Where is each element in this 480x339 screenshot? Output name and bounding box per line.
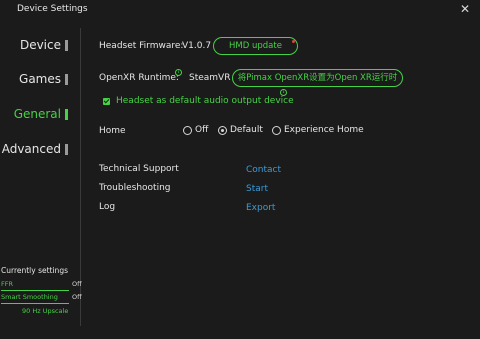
current-setting-value: Off	[72, 280, 82, 288]
sidebar: Device Games General Advanced	[0, 22, 80, 339]
current-setting-value: Off	[72, 293, 82, 301]
sidebar-item-label: Device	[19, 38, 61, 52]
divider	[1, 290, 69, 291]
troubleshooting-label: Troubleshooting	[99, 183, 171, 193]
sidebar-item-device[interactable]: Device	[20, 38, 68, 52]
nav-indicator-icon	[65, 39, 68, 51]
title-bar: Device Settings ✕	[0, 0, 480, 22]
home-option-label[interactable]: Experience Home	[284, 125, 364, 135]
nav-indicator-icon	[65, 108, 68, 120]
sidebar-item-label: Games	[19, 72, 61, 86]
sidebar-item-general[interactable]: General	[14, 107, 68, 121]
home-label: Home	[99, 126, 126, 136]
current-settings-panel: Currently settings FFR Off Smart Smoothi…	[1, 266, 83, 315]
current-setting-name: FFR	[1, 280, 13, 288]
firmware-version: V1.0.7	[182, 41, 212, 51]
contact-link[interactable]: Contact	[246, 165, 281, 175]
home-radio-off[interactable]	[183, 126, 192, 135]
home-radio-default[interactable]	[218, 126, 227, 135]
set-pimax-openxr-label: 将Pimax OpenXR设置为Open XR运行时	[237, 73, 398, 83]
set-pimax-openxr-button[interactable]: 将Pimax OpenXR设置为Open XR运行时	[232, 69, 403, 87]
hmd-update-button[interactable]: HMD update	[213, 37, 298, 55]
nav-indicator-icon	[65, 73, 68, 85]
home-radio-experience[interactable]	[272, 126, 281, 135]
current-settings-title: Currently settings	[1, 266, 68, 275]
export-link[interactable]: Export	[246, 203, 275, 213]
audio-output-label[interactable]: Headset as default audio output device	[116, 96, 294, 106]
divider	[1, 303, 69, 304]
start-link[interactable]: Start	[246, 184, 268, 194]
info-icon[interactable]: i	[280, 89, 287, 96]
upscale-badge: 90 Hz Upscale	[22, 307, 69, 315]
current-setting-row: FFR Off	[1, 280, 83, 288]
info-icon[interactable]: i	[175, 69, 182, 76]
nav-indicator-icon	[65, 143, 68, 155]
sidebar-item-advanced[interactable]: Advanced	[2, 142, 68, 156]
sidebar-item-label: General	[13, 107, 61, 121]
sidebar-item-label: Advanced	[1, 142, 61, 156]
openxr-runtime-value: SteamVR	[189, 73, 231, 83]
sidebar-item-games[interactable]: Games	[19, 72, 68, 86]
home-option-label[interactable]: Default	[230, 125, 263, 135]
audio-output-checkbox[interactable]	[103, 98, 110, 105]
update-alert-dot	[292, 40, 295, 43]
home-option-label[interactable]: Off	[195, 125, 208, 135]
close-icon[interactable]: ✕	[458, 2, 472, 16]
firmware-label: Headset Firmware:	[99, 41, 184, 51]
current-setting-row: Smart Smoothing Off	[1, 293, 83, 301]
hmd-update-label: HMD update	[229, 41, 282, 51]
technical-support-label: Technical Support	[99, 164, 179, 174]
window-title: Device Settings	[17, 4, 88, 14]
log-label: Log	[99, 202, 116, 212]
openxr-label: OpenXR Runtime:	[99, 73, 179, 83]
current-setting-name: Smart Smoothing	[1, 293, 58, 301]
